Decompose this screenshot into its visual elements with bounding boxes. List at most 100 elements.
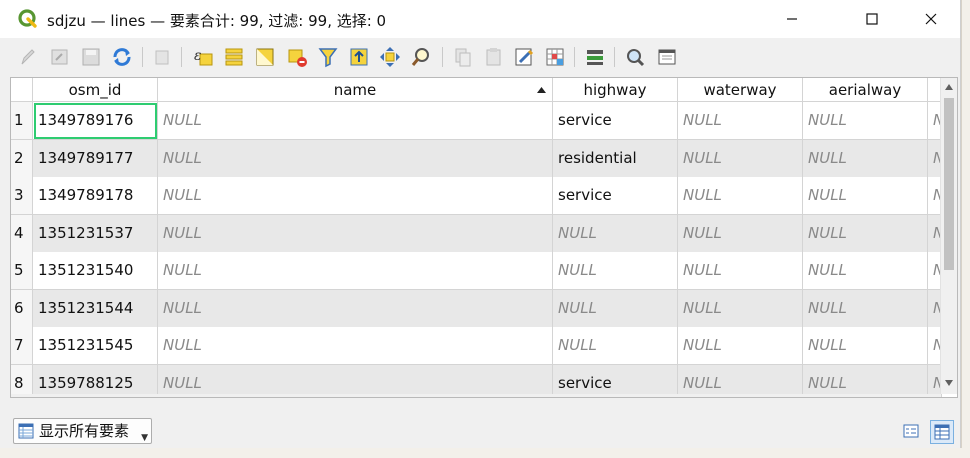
table-cell-highway[interactable]: service (553, 102, 678, 140)
bottom-bar: 显示所有要素 ▼ (0, 412, 960, 448)
table-cell-highway[interactable]: NULL (553, 290, 678, 328)
table-cell-name[interactable]: NULL (158, 102, 553, 140)
edit-pencil-icon[interactable] (16, 45, 40, 69)
reload-icon[interactable] (110, 45, 134, 69)
table-cell-name[interactable]: NULL (158, 177, 553, 215)
row-header[interactable]: 4 (11, 215, 33, 253)
row-header[interactable]: 1 (11, 102, 33, 140)
table-cell-osm-id[interactable]: 1351231545 (33, 327, 158, 365)
field-calculator-icon[interactable] (512, 45, 536, 69)
table-cell-waterway[interactable]: NULL (678, 215, 803, 253)
table-cell-osm-id[interactable]: 1351231544 (33, 290, 158, 328)
table-cell-aerialway[interactable]: NULL (803, 252, 928, 290)
scroll-down-icon[interactable] (945, 380, 953, 386)
table-cell-highway[interactable]: residential (553, 140, 678, 178)
table-cell-waterway[interactable]: NULL (678, 252, 803, 290)
table-cell-osm-id[interactable]: 1351231537 (33, 215, 158, 253)
maximize-icon (866, 13, 878, 25)
table-cell-waterway[interactable]: NULL (678, 140, 803, 178)
zoom-to-selection-icon[interactable] (409, 45, 433, 69)
deselect-all-icon[interactable] (285, 45, 309, 69)
column-header-name-label: name (333, 81, 377, 99)
dropdown-arrow-icon: ▼ (141, 433, 148, 443)
table-cell-aerialway[interactable]: NULL (803, 327, 928, 365)
table-cell-aerialway[interactable]: NULL (803, 215, 928, 253)
sort-ascending-icon (537, 87, 546, 93)
conditional-formatting-icon[interactable] (543, 45, 567, 69)
column-header-highway[interactable]: highway (553, 78, 678, 102)
table-cell-aerialway[interactable]: NULL (803, 140, 928, 178)
invert-selection-icon[interactable] (253, 45, 277, 69)
table-cell-name[interactable]: NULL (158, 252, 553, 290)
table-cell-name[interactable]: NULL (158, 140, 553, 178)
table-view-icon (934, 424, 950, 440)
table-view-button[interactable] (930, 420, 954, 444)
column-header-aerialway[interactable]: aerialway (803, 78, 928, 102)
table-cell-name[interactable]: NULL (158, 290, 553, 328)
table-cell-highway[interactable]: NULL (553, 252, 678, 290)
toolbar-separator (181, 47, 182, 67)
save-edits-icon[interactable] (79, 45, 103, 69)
toolbar-separator (574, 47, 575, 67)
table-cell-highway[interactable]: service (553, 177, 678, 215)
column-header-waterway[interactable]: waterway (678, 78, 803, 102)
table-cell-highway[interactable]: NULL (553, 215, 678, 253)
attribute-table: osm_id name highway waterway aerialway 1… (10, 77, 958, 398)
scroll-up-icon[interactable] (945, 84, 953, 90)
form-view-button[interactable] (900, 420, 924, 444)
multi-edit-icon[interactable] (48, 45, 72, 69)
toolbar-separator (442, 47, 443, 67)
table-cell-osm-id[interactable]: 1349789177 (33, 140, 158, 178)
column-header-name[interactable]: name (158, 78, 553, 102)
map-canvas-edge (961, 0, 970, 458)
copy-rows-icon[interactable] (451, 45, 475, 69)
paste-features-icon[interactable] (482, 45, 506, 69)
title-bar: sdjzu — lines — 要素合计: 99, 过滤: 99, 选择: 0 (0, 0, 960, 38)
qgis-logo-icon (18, 9, 38, 29)
close-icon (925, 13, 937, 25)
close-button[interactable] (908, 0, 954, 38)
show-features-filter-label: 显示所有要素 (39, 422, 130, 440)
dock-icon[interactable] (655, 45, 679, 69)
toolbar-separator (614, 47, 615, 67)
row-header[interactable]: 2 (11, 140, 33, 178)
minimize-icon (787, 18, 797, 20)
table-cell-waterway[interactable]: NULL (678, 327, 803, 365)
row-header[interactable]: 7 (11, 327, 33, 365)
actions-icon[interactable] (583, 45, 607, 69)
table-cell-aerialway[interactable]: NULL (803, 290, 928, 328)
table-cell-highway[interactable]: NULL (553, 327, 678, 365)
horizontal-scrollbar[interactable] (11, 394, 941, 397)
table-cell-waterway[interactable]: NULL (678, 102, 803, 140)
corner-header[interactable] (11, 78, 33, 102)
vertical-scroll-thumb[interactable] (944, 98, 954, 270)
row-header[interactable]: 3 (11, 177, 33, 215)
form-view-icon (903, 424, 919, 438)
toolbar-separator (142, 47, 143, 67)
table-cell-osm-id[interactable]: 1351231540 (33, 252, 158, 290)
vertical-scrollbar[interactable] (940, 78, 957, 394)
table-cell-aerialway[interactable]: NULL (803, 177, 928, 215)
filter-icon[interactable] (316, 45, 340, 69)
delete-feature-icon[interactable] (150, 45, 174, 69)
row-header[interactable]: 5 (11, 252, 33, 290)
minimize-button[interactable] (769, 0, 815, 38)
row-header[interactable]: 6 (11, 290, 33, 328)
table-icon (18, 423, 34, 439)
search-icon[interactable] (623, 45, 647, 69)
table-cell-waterway[interactable]: NULL (678, 290, 803, 328)
select-all-icon[interactable] (222, 45, 246, 69)
attribute-toolbar: ε (0, 38, 960, 76)
table-cell-name[interactable]: NULL (158, 327, 553, 365)
table-cell-name[interactable]: NULL (158, 215, 553, 253)
column-header-osm-id[interactable]: osm_id (33, 78, 158, 102)
table-cell-aerialway[interactable]: NULL (803, 102, 928, 140)
show-features-filter-button[interactable]: 显示所有要素 ▼ (13, 418, 152, 444)
maximize-button[interactable] (849, 0, 895, 38)
table-cell-osm-id[interactable]: 1349789176 (33, 102, 158, 140)
table-cell-waterway[interactable]: NULL (678, 177, 803, 215)
pan-to-selection-icon[interactable] (378, 45, 402, 69)
move-selection-top-icon[interactable] (347, 45, 371, 69)
table-cell-osm-id[interactable]: 1349789178 (33, 177, 158, 215)
expression-select-icon[interactable]: ε (191, 45, 215, 69)
